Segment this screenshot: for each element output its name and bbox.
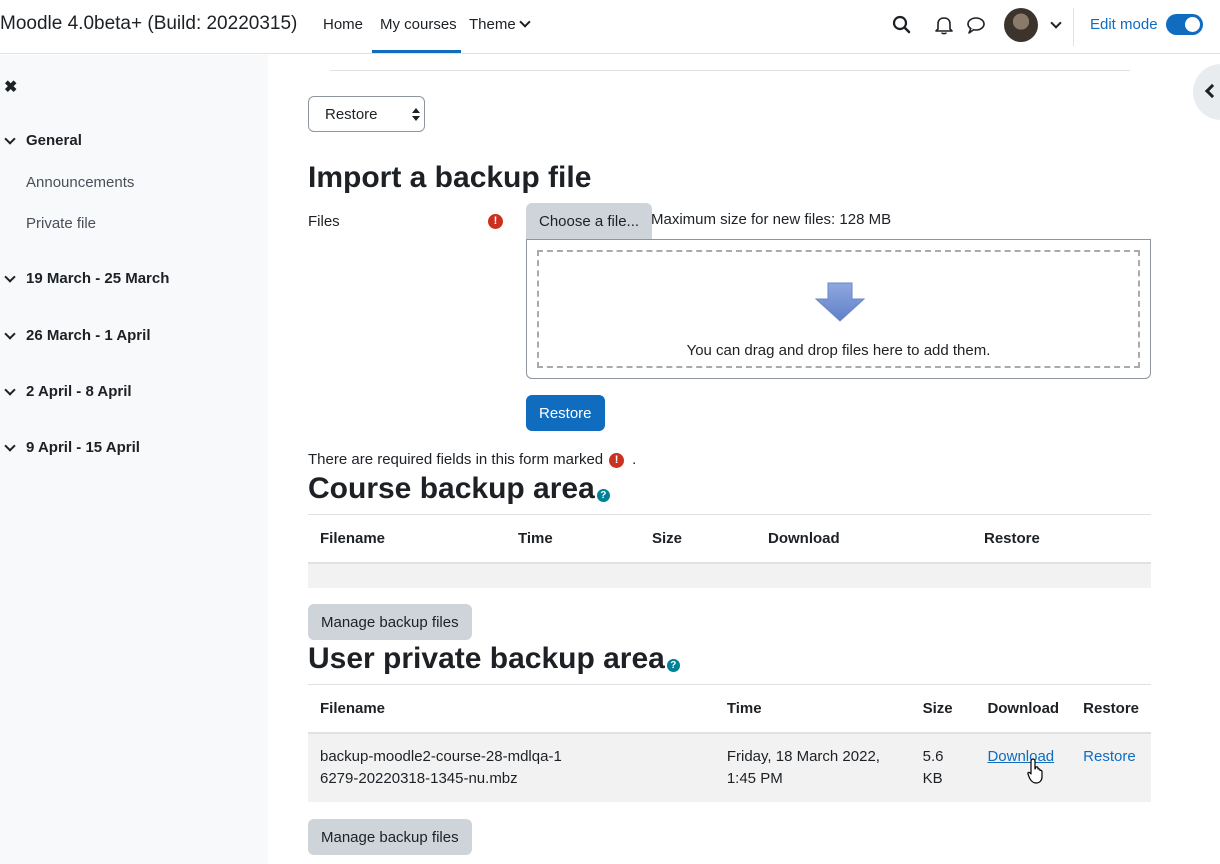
navbar-divider [1073,8,1074,46]
search-icon[interactable] [891,14,913,36]
chat-icon[interactable] [965,14,987,36]
chevron-down-icon[interactable] [4,328,16,340]
max-size-text: Maximum size for new files: 128 MB [651,211,892,228]
column-header: Restore [1071,684,1151,734]
drawer-section-week-2[interactable]: 26 March - 1 April [26,327,150,344]
page-select-value: Restore [325,106,378,123]
hand-cursor-icon [1027,758,1043,784]
drawer-section-week-1[interactable]: 19 March - 25 March [26,270,169,287]
chevron-down-icon[interactable] [1050,17,1062,29]
column-header: Time [506,514,640,564]
table-row: backup-moodle2-course-28-mdlqa-16279-202… [308,733,1151,802]
course-backup-heading: Course backup area? [308,472,610,506]
course-backup-table: Filename Time Size Download Restore [308,514,1151,588]
choose-file-button[interactable]: Choose a file... [526,203,653,239]
page-select[interactable]: Restore [308,96,425,132]
course-index-drawer: ✖ General Announcements Private file 19 … [0,55,268,864]
chevron-down-icon[interactable] [4,440,16,452]
column-header: Filename [308,514,506,564]
arrow-down-icon [815,282,865,322]
close-icon[interactable]: ✖ [4,77,17,97]
required-icon: ! [609,453,625,468]
restore-link[interactable]: Restore [1083,748,1136,765]
column-header: Time [714,684,911,734]
main-content: Restore Import a backup file Files ! Cho… [268,55,1220,864]
required-fields-note: There are required fields in this form m… [308,451,636,469]
bell-icon[interactable] [933,14,955,36]
active-nav-indicator [372,50,461,53]
files-label: Files [308,213,340,230]
user-backup-heading: User private backup area? [308,642,680,676]
site-brand[interactable]: Moodle 4.0beta+ (Build: 20220315) [0,13,297,35]
chevron-left-icon [1204,83,1220,99]
drawer-section-general[interactable]: General [26,132,82,149]
file-drop-box[interactable]: You can drag and drop files here to add … [526,239,1151,379]
user-avatar[interactable] [1004,8,1038,42]
edit-mode-label: Edit mode [1090,16,1158,33]
backup-time: Friday, 18 March 2022, 1:45 PM [714,733,911,802]
manage-user-backups-button[interactable]: Manage backup files [308,819,472,855]
drop-hint-text: You can drag and drop files here to add … [686,342,991,359]
backup-filename: backup-moodle2-course-28-mdlqa-16279-202… [308,733,715,802]
column-header: Download [975,684,1072,734]
column-header: Filename [308,684,715,734]
nav-theme[interactable]: Theme [469,16,531,33]
manage-course-backups-button[interactable]: Manage backup files [308,604,472,640]
help-icon[interactable]: ? [666,659,680,672]
chevron-down-icon[interactable] [4,133,16,145]
drawer-item-private-file[interactable]: Private file [26,215,96,232]
restore-cell: Restore [1071,733,1151,802]
backup-size: 5.6 KB [910,733,976,802]
drawer-section-week-3[interactable]: 2 April - 8 April [26,383,132,400]
navbar: Moodle 4.0beta+ (Build: 20220315) Home M… [0,0,1220,54]
user-backup-heading-text: User private backup area [308,642,665,675]
column-header: Restore [972,514,1151,564]
nav-theme-label: Theme [469,16,516,33]
nav-my-courses[interactable]: My courses [380,16,457,33]
required-note-text: There are required fields in this form m… [308,451,604,468]
course-backup-heading-text: Course backup area [308,472,595,505]
chevron-down-icon[interactable] [4,384,16,396]
chevron-down-icon[interactable] [4,271,16,283]
time-text: Friday, 18 March 2022, 1:45 PM [726,748,880,787]
filename-text: backup-moodle2-course-28-mdlqa-16279-202… [320,748,562,787]
restore-button[interactable]: Restore [526,395,605,431]
help-icon[interactable]: ? [596,489,610,502]
required-note-period: . [632,451,637,468]
drawer-section-week-4[interactable]: 9 April - 15 April [26,439,140,456]
chevron-down-icon [519,16,531,28]
column-header: Size [910,684,976,734]
drop-zone[interactable]: You can drag and drop files here to add … [537,250,1140,368]
column-header: Download [756,514,972,564]
nav-home[interactable]: Home [323,16,363,33]
drawer-item-announcements[interactable]: Announcements [26,174,134,191]
empty-row [308,563,1151,588]
column-header: Size [640,514,756,564]
download-cell: Download [975,733,1072,802]
import-heading: Import a backup file [308,161,592,194]
divider [330,70,1130,71]
user-backup-table: Filename Time Size Download Restore back… [308,684,1151,802]
required-icon: ! [488,214,503,229]
edit-mode-toggle[interactable] [1166,14,1203,35]
